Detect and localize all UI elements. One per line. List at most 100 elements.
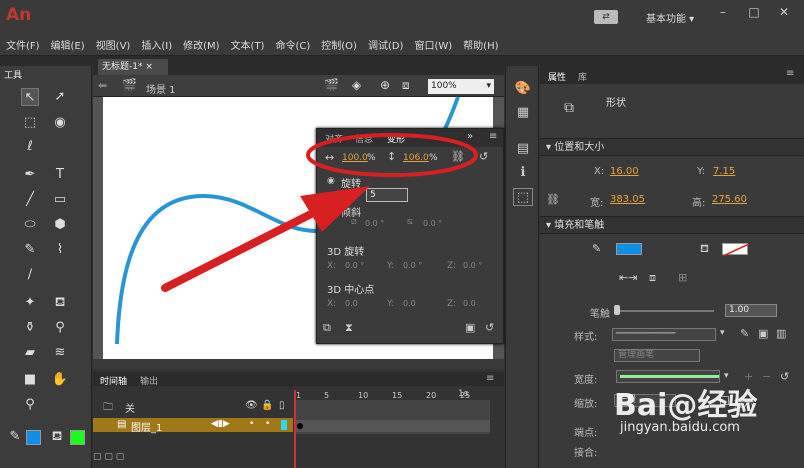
tab-properties[interactable]: 属性 (548, 70, 566, 83)
menu-commands[interactable]: 命令(C) (275, 37, 310, 52)
align-panel-icon[interactable]: ▤ (513, 140, 533, 158)
skew-horizontal-value[interactable]: 0.0 ° (365, 219, 384, 228)
y-value[interactable]: 7.15 (713, 166, 735, 177)
menu-edit[interactable]: 编辑(E) (51, 37, 85, 52)
maximize-icon[interactable]: □ (744, 4, 764, 20)
edit-symbol-icon[interactable]: ◈ (352, 78, 361, 92)
stroke-slider-handle[interactable] (614, 305, 620, 315)
tab-info[interactable]: 信息 (355, 132, 373, 145)
width-value[interactable]: 383.05 (610, 194, 645, 205)
tab-timeline[interactable]: 时间轴 (100, 374, 127, 387)
reset-width-icon[interactable]: ↺ (780, 370, 789, 383)
remove-width-icon[interactable]: − (762, 370, 771, 383)
layer-outline-color[interactable] (281, 420, 287, 430)
menu-text[interactable]: 文本(T) (231, 37, 265, 52)
outline-all-layers-icon[interactable]: ▯ (279, 400, 285, 411)
lock-all-layers-icon[interactable]: 🔒 (261, 400, 273, 411)
menu-help[interactable]: 帮助(H) (463, 37, 498, 52)
playhead[interactable] (294, 390, 296, 468)
properties-menu-icon[interactable]: ≡ (786, 68, 794, 79)
height-scale-value[interactable]: 106.0 (403, 153, 429, 163)
skew-radio[interactable]: ○ (327, 204, 335, 214)
skew-vertical-value[interactable]: 0.0 ° (423, 219, 442, 228)
bone-tool-icon[interactable]: ✦ (21, 294, 39, 312)
subselection-tool-icon[interactable]: ➚ (51, 88, 69, 106)
panel-menu-icon[interactable]: ≡ (489, 131, 497, 142)
no-color-icon[interactable]: ⊞ (678, 271, 687, 284)
stroke-color-swatch[interactable] (722, 243, 750, 257)
stroke-slider-track[interactable] (614, 310, 714, 312)
constrain-link-icon[interactable]: ⛓ (451, 150, 465, 163)
layer-lock-dot[interactable]: • (265, 419, 270, 429)
stroke-color-swatch[interactable] (26, 430, 41, 445)
eraser-tool-icon[interactable]: ▰ (21, 344, 39, 362)
zoom-tool-icon[interactable]: ⚲ (21, 396, 39, 414)
back-arrow-icon[interactable]: ⬅ (98, 79, 107, 92)
close-icon[interactable]: ✕ (774, 4, 794, 20)
zoom-select[interactable]: 100% ▾ (428, 79, 494, 94)
rot3d-z-value[interactable]: 0.0 ° (463, 261, 482, 270)
folder-layer-row[interactable]: 🗀 关 👁 🔒 ▯ (93, 400, 293, 415)
keyframe-dot[interactable] (297, 423, 303, 429)
brush-tool-icon[interactable]: ⌇ (51, 241, 69, 259)
document-tab[interactable]: 无标题-1* × (98, 59, 168, 75)
rot3d-x-value[interactable]: 0.0 ° (345, 261, 364, 270)
stroke-color-icon[interactable]: ✎ (6, 428, 24, 446)
tab-align[interactable]: 对齐 (325, 132, 343, 145)
manage-brushes-button[interactable]: 管理画笔 (614, 349, 700, 362)
layer-name[interactable]: 图层_1 (131, 419, 162, 434)
rotate-radio[interactable]: ◉ (327, 176, 335, 186)
3d-rotation-tool-icon[interactable]: ◉ (51, 114, 69, 132)
reset-icon[interactable]: ↺ (479, 150, 488, 163)
line-tool-icon[interactable]: ╱ (21, 191, 39, 209)
fill-stroke-section[interactable]: ▾ 填充和笔触 (540, 216, 804, 234)
workspace-switcher[interactable]: 基本功能 ▾ (646, 10, 694, 25)
timeline-menu-icon[interactable]: ≡ (486, 373, 494, 384)
menu-control[interactable]: 控制(O) (321, 37, 357, 52)
fill-color-swatch[interactable] (70, 430, 85, 445)
lasso-tool-icon[interactable]: ℓ (21, 138, 39, 156)
camera-tool-icon[interactable]: ■ (21, 371, 39, 389)
tab-library[interactable]: 库 (578, 70, 587, 83)
transform-panel-icon[interactable]: ⬚ (513, 188, 533, 206)
layer-frame-strip[interactable] (296, 420, 490, 432)
eyedropper-tool-icon[interactable]: ⚲ (51, 319, 69, 337)
copy-transform-icon[interactable]: ▣ (465, 321, 475, 334)
brush-options-icon[interactable]: ▥ (776, 327, 786, 340)
position-size-section[interactable]: ▾ 位置和大小 (540, 138, 804, 156)
height-value[interactable]: 275.60 (712, 194, 747, 205)
horizontal-scrollbar[interactable] (93, 359, 504, 369)
tools-tab[interactable]: 工具 (4, 68, 22, 81)
free-transform-tool-icon[interactable]: ⬚ (21, 114, 39, 132)
selection-tool-icon[interactable]: ↖ (21, 88, 39, 106)
paint-brush-tool-icon[interactable]: ∕ (21, 266, 39, 284)
oval-tool-icon[interactable]: ⬭ (21, 216, 39, 234)
clip-stage-icon[interactable]: ⧈ (402, 78, 410, 93)
swap-colors-icon[interactable]: ⇤⇥ (619, 271, 637, 284)
center3d-x-value[interactable]: 0.0 (345, 299, 358, 308)
style-dropdown-icon[interactable]: ▾ (720, 328, 725, 338)
fill-color-swatch[interactable] (616, 243, 642, 255)
remove-transform-icon[interactable]: ⧗ (345, 321, 353, 335)
hand-tool-icon[interactable]: ✋ (51, 371, 69, 389)
tab-output[interactable]: 输出 (140, 374, 158, 387)
swatches-panel-icon[interactable]: ▦ (513, 104, 533, 122)
menu-modify[interactable]: 修改(M) (183, 37, 219, 52)
close-tab-icon[interactable]: × (145, 62, 153, 72)
pencil-tool-icon[interactable]: ✎ (21, 241, 39, 259)
polystar-tool-icon[interactable]: ⬢ (51, 216, 69, 234)
duplicate-transform-icon[interactable]: ⧉ (323, 321, 331, 335)
menu-file[interactable]: 文件(F) (6, 37, 40, 52)
layer-visible-dot[interactable]: • (249, 419, 254, 429)
collapse-panel-icon[interactable]: » (467, 131, 473, 142)
menu-view[interactable]: 视图(V) (96, 37, 131, 52)
menu-debug[interactable]: 调试(D) (368, 37, 404, 52)
center3d-z-value[interactable]: 0.0 (463, 299, 476, 308)
ink-bottle-tool-icon[interactable]: ⚱ (21, 319, 39, 337)
reset-transform-icon[interactable]: ↺ (485, 321, 494, 334)
tab-transform[interactable]: 变形 (387, 132, 405, 145)
stroke-width-input[interactable]: 1.00 (725, 304, 777, 317)
rotate-input[interactable]: 5 (366, 188, 408, 202)
layer-nav-icon[interactable]: ◀▮▶ (211, 419, 230, 429)
center-stage-icon[interactable]: ⊕ (380, 78, 390, 92)
